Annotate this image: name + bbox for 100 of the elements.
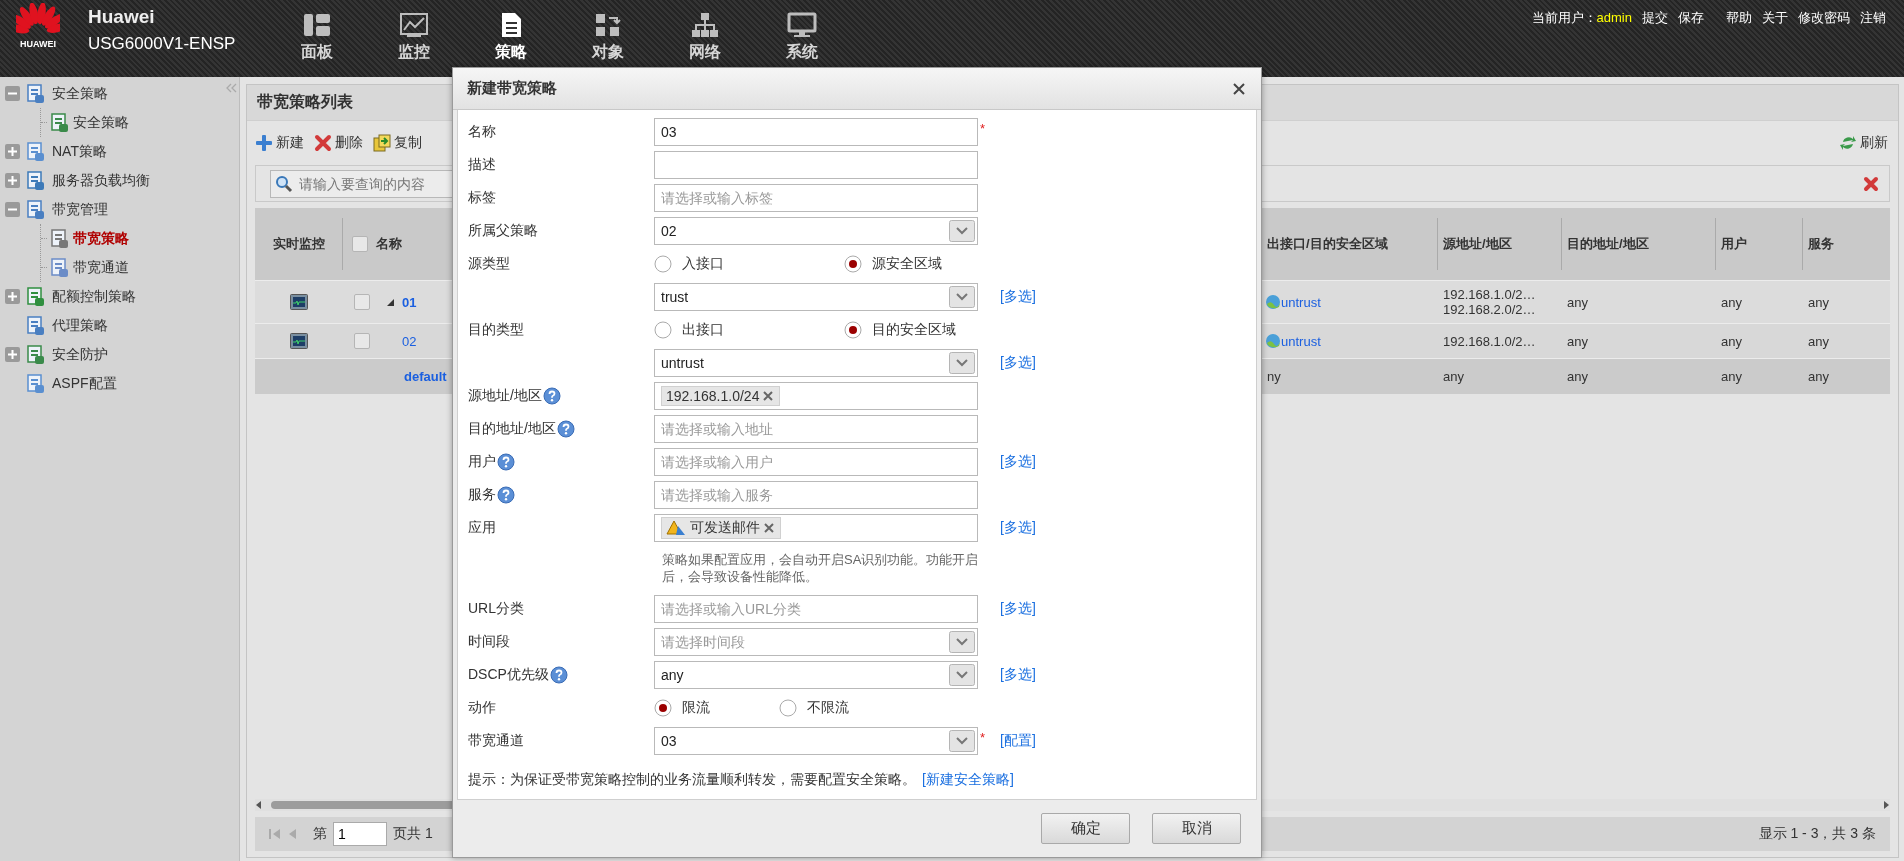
header-link[interactable]: 提交	[1642, 9, 1668, 27]
clear-icon[interactable]	[1863, 175, 1879, 192]
tag-text: 192.168.1.0/24	[666, 387, 760, 404]
document-icon	[26, 199, 46, 220]
input-field[interactable]: 请选择或输入地址	[654, 414, 978, 443]
input-field[interactable]: 请选择或输入用户	[654, 447, 978, 476]
document-icon	[50, 228, 70, 249]
column-header: 目的地址/地区	[1567, 235, 1649, 253]
expanded-triangle-icon[interactable]	[386, 298, 394, 306]
tag-field[interactable]: 192.168.1.0/24	[654, 381, 978, 410]
toolbar-button[interactable]: 删除	[314, 134, 363, 152]
select-field[interactable]: any	[654, 660, 978, 689]
checkbox[interactable]	[354, 333, 370, 349]
input-field[interactable]	[654, 150, 978, 179]
tree-item[interactable]: 安全防护	[52, 345, 108, 364]
multi-select-link[interactable]: [多选]	[992, 287, 1256, 306]
header-link[interactable]: 关于	[1762, 9, 1788, 27]
new-security-policy-link[interactable]: [新建安全策略]	[922, 771, 1014, 789]
radio-option[interactable]: 源安全区域	[844, 254, 1034, 273]
select-field[interactable]: 03	[654, 726, 978, 755]
input-field[interactable]: 03	[654, 117, 978, 146]
tree-item[interactable]: 安全策略	[73, 113, 129, 132]
page-field[interactable]: 1	[333, 822, 387, 846]
multi-select-link[interactable]: [多选]	[992, 452, 1256, 471]
field-label: 时间段	[468, 632, 510, 651]
tree-item[interactable]: ASPF配置	[52, 374, 117, 393]
nav-tab[interactable]: 策略	[462, 0, 559, 64]
remove-icon[interactable]	[763, 390, 774, 401]
policy-name-link[interactable]: 01	[402, 294, 417, 310]
header-link[interactable]: 注销	[1860, 9, 1886, 27]
dashboard-icon	[301, 12, 332, 38]
tag-field[interactable]: 可发送邮件	[654, 513, 978, 542]
tree-item[interactable]: 代理策略	[52, 316, 108, 335]
expand-icon[interactable]	[5, 144, 20, 159]
zone-link[interactable]: untrust	[1281, 333, 1321, 349]
radio-option[interactable]: 限流	[654, 698, 779, 717]
input-field[interactable]: 请选择或输入URL分类	[654, 594, 978, 623]
monitor-icon[interactable]	[289, 333, 308, 349]
radio-option[interactable]: 出接口	[654, 320, 844, 339]
tree-item[interactable]: 安全策略	[52, 84, 108, 103]
tag-chip[interactable]: 可发送邮件	[661, 516, 781, 539]
field-label: 应用	[468, 518, 496, 537]
tree-item[interactable]: 带宽策略	[73, 229, 129, 248]
multi-select-link[interactable]: [多选]	[992, 518, 1256, 537]
monitor-icon[interactable]	[289, 294, 308, 310]
policy-name-link[interactable]: 02	[402, 333, 417, 349]
expand-icon[interactable]	[5, 289, 20, 304]
select-field[interactable]: trust	[654, 282, 978, 311]
tag-chip[interactable]: 192.168.1.0/24	[661, 385, 781, 406]
dialog-button[interactable]: 确定	[1041, 813, 1130, 844]
multi-select-link[interactable]: [配置]	[992, 731, 1256, 750]
input-field[interactable]: 请选择或输入服务	[654, 480, 978, 509]
search-icon	[275, 174, 293, 193]
header-link[interactable]: 修改密码	[1798, 9, 1850, 27]
document-icon	[26, 83, 46, 104]
zone-link[interactable]: untrust	[1281, 294, 1321, 310]
field-label: 所属父策略	[468, 221, 538, 240]
select-field[interactable]: 02	[654, 216, 978, 245]
table-cell: any	[1721, 333, 1742, 349]
document-icon	[26, 315, 46, 336]
expand-icon[interactable]	[5, 347, 20, 362]
column-header: 出接口/目的安全区域	[1267, 235, 1388, 253]
checkbox[interactable]	[352, 236, 368, 252]
refresh-button[interactable]: 刷新	[1839, 134, 1888, 152]
radio-option[interactable]: 目的安全区域	[844, 320, 1034, 339]
table-cell: ny	[1267, 369, 1281, 384]
select-field[interactable]: 请选择时间段	[654, 627, 978, 656]
table-cell: any	[1808, 294, 1829, 310]
nav-tab[interactable]: 面板	[268, 0, 365, 64]
column-header: 源地址/地区	[1443, 235, 1512, 253]
toolbar-button[interactable]: 复制	[373, 134, 422, 152]
collapse-icon[interactable]	[5, 86, 20, 101]
nav-tab[interactable]: 对象	[559, 0, 656, 64]
nav-tab[interactable]: 系统	[753, 0, 850, 64]
tree-item[interactable]: NAT策略	[52, 142, 107, 161]
input-field[interactable]: 请选择或输入标签	[654, 183, 978, 212]
collapse-icon[interactable]	[5, 202, 20, 217]
header-link[interactable]: 保存	[1678, 9, 1704, 27]
remove-icon[interactable]	[764, 522, 774, 533]
select-field[interactable]: untrust	[654, 348, 978, 377]
dialog-button[interactable]: 取消	[1152, 813, 1241, 844]
tree-item[interactable]: 配额控制策略	[52, 287, 136, 306]
plus-icon	[255, 134, 273, 152]
nav-tab[interactable]: 网络	[656, 0, 753, 64]
toolbar-button[interactable]: 新建	[255, 134, 304, 152]
tree-item[interactable]: 带宽通道	[73, 258, 129, 277]
close-icon[interactable]	[1233, 82, 1245, 95]
nav-tab[interactable]: 监控	[365, 0, 462, 64]
checkbox[interactable]	[354, 294, 370, 310]
document-icon	[26, 373, 46, 394]
multi-select-link[interactable]: [多选]	[992, 599, 1256, 618]
radio-option[interactable]: 不限流	[779, 698, 904, 717]
multi-select-link[interactable]: [多选]	[992, 353, 1256, 372]
product-model: USG6000V1-ENSP	[88, 34, 237, 54]
tree-item[interactable]: 带宽管理	[52, 200, 108, 219]
expand-icon[interactable]	[5, 173, 20, 188]
header-link[interactable]: 帮助	[1726, 9, 1752, 27]
tree-item[interactable]: 服务器负载均衡	[52, 171, 150, 190]
multi-select-link[interactable]: [多选]	[992, 665, 1256, 684]
radio-option[interactable]: 入接口	[654, 254, 844, 273]
